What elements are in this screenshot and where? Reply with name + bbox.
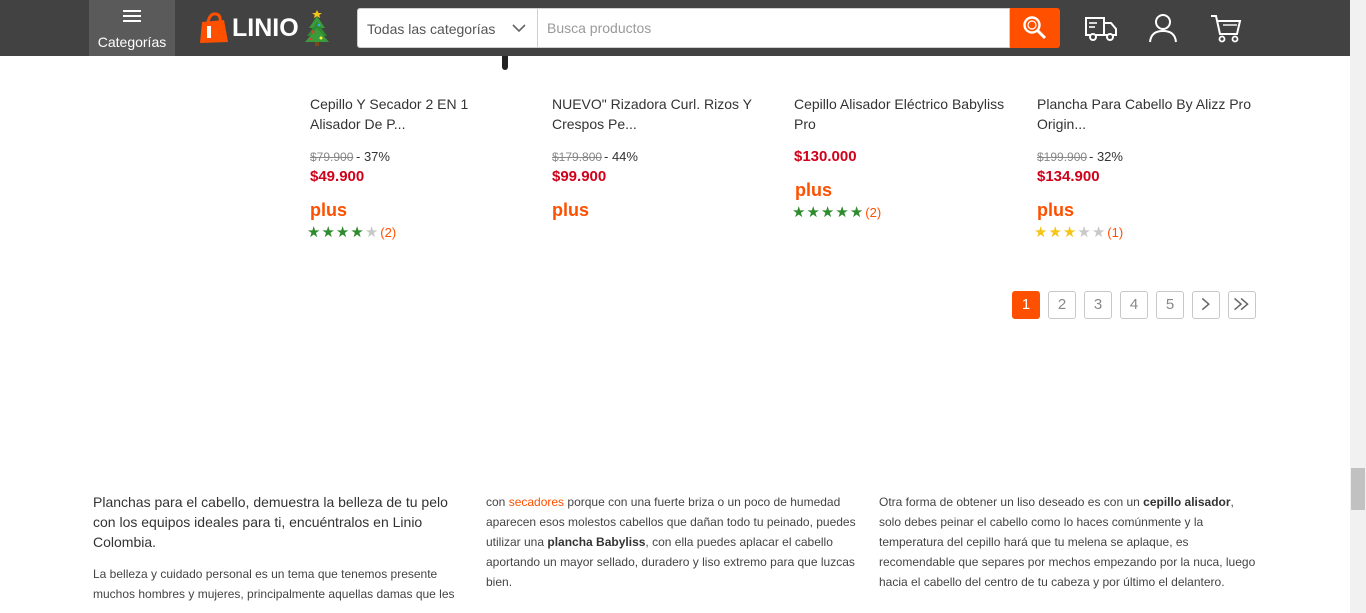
review-count[interactable]: (2): [865, 205, 881, 220]
product-price: $49.900: [310, 168, 365, 185]
star-icon: ★: [1034, 224, 1048, 241]
seo-heading: Planchas para el cabello, demuestra la b…: [93, 494, 448, 550]
top-header: Categorías LINIO Todas las categorías: [0, 0, 1350, 56]
user-icon[interactable]: [1145, 10, 1181, 46]
search-button[interactable]: [1010, 8, 1060, 48]
seo-paragraph: con secadores porque con una fuerte briz…: [486, 495, 856, 589]
seo-paragraph: Otra forma de obtener un liso deseado es…: [879, 495, 1256, 589]
secadores-link[interactable]: secadores: [509, 495, 564, 509]
old-price: $79.900: [310, 150, 354, 164]
seo-column-2: con secadores porque con una fuerte briz…: [486, 492, 858, 592]
product-price: $99.900: [552, 168, 607, 185]
discount-badge: - 44%: [604, 149, 638, 164]
seo-column-1: Planchas para el cabello, demuestra la b…: [93, 492, 463, 604]
cart-icon[interactable]: [1208, 10, 1244, 46]
star-icon: ★: [307, 224, 321, 241]
truck-icon[interactable]: [1083, 10, 1119, 46]
product-price: $134.900: [1037, 168, 1100, 185]
product-name[interactable]: Plancha Para Cabello By Alizz Pro Origin…: [1037, 94, 1262, 134]
star-icon: ★: [1048, 224, 1062, 241]
product-name[interactable]: Cepillo Y Secador 2 EN 1 Alisador De P..…: [310, 94, 535, 134]
discount-badge: - 37%: [356, 149, 390, 164]
seo-paragraph: La belleza y cuidado personal es un tema…: [93, 567, 455, 601]
next-page-button[interactable]: [1192, 291, 1220, 319]
tree-icon: [305, 10, 329, 46]
product-name[interactable]: NUEVO" Rizadora Curl. Rizos Y Crespos Pe…: [552, 94, 777, 134]
discount-badge: - 32%: [1089, 149, 1123, 164]
star-icon: ★: [806, 204, 820, 221]
product-image-fragment: [502, 56, 508, 70]
search-icon: [1023, 16, 1047, 40]
categories-label: Categorías: [97, 34, 167, 50]
page-2-button[interactable]: 2: [1048, 291, 1076, 319]
star-icon: ★: [835, 204, 849, 221]
category-select[interactable]: Todas las categorías: [357, 8, 538, 48]
star-icon: ★: [849, 204, 864, 221]
plus-badge: plus: [1037, 200, 1075, 220]
seo-column-3: Otra forma de obtener un liso deseado es…: [879, 492, 1257, 592]
rating-stars: ★ ★ ★ ★ ★ (2): [792, 205, 881, 220]
categories-button[interactable]: Categorías: [89, 0, 175, 56]
product-card[interactable]: NUEVO" Rizadora Curl. Rizos Y Crespos Pe…: [552, 94, 782, 224]
product-card[interactable]: Cepillo Alisador Eléctrico Babyliss Pro …: [792, 94, 1024, 224]
product-card[interactable]: Cepillo Y Secador 2 EN 1 Alisador De P..…: [307, 94, 540, 244]
star-icon: ★: [350, 224, 364, 241]
product-price: $130.000: [794, 148, 857, 165]
category-select-value: Todas las categorías: [367, 21, 496, 37]
star-icon: ★: [1062, 224, 1077, 241]
star-empty-icon: ★: [1077, 224, 1091, 241]
chevron-right-icon: [1201, 297, 1210, 311]
page-4-button[interactable]: 4: [1120, 291, 1148, 319]
product-name[interactable]: Cepillo Alisador Eléctrico Babyliss Pro: [794, 94, 1019, 134]
star-icon: ★: [792, 204, 806, 221]
double-chevron-right-icon: [1234, 297, 1249, 311]
old-price: $199.900: [1037, 150, 1088, 164]
review-count[interactable]: (1): [1107, 225, 1123, 240]
search-bar: Todas las categorías: [357, 8, 1060, 48]
old-price: $179.800: [552, 150, 603, 164]
star-icon: ★: [335, 224, 350, 241]
plus-badge: plus: [310, 200, 348, 220]
rating-stars: ★ ★ ★ ★ ★ (1): [1034, 225, 1123, 240]
review-count[interactable]: (2): [380, 225, 396, 240]
plus-badge: plus: [795, 180, 833, 200]
plus-badge: plus: [552, 200, 590, 220]
chevron-down-icon: [512, 24, 526, 33]
scrollbar-thumb[interactable]: [1351, 468, 1365, 510]
star-icon: ★: [820, 204, 835, 221]
logo-bag-icon: [200, 12, 228, 43]
page-3-button[interactable]: 3: [1084, 291, 1112, 319]
page-1-button[interactable]: 1: [1012, 291, 1040, 319]
last-page-button[interactable]: [1228, 291, 1256, 319]
linio-logo[interactable]: LINIO: [196, 8, 329, 48]
page-scrollbar[interactable]: [1350, 0, 1366, 613]
star-empty-icon: ★: [1091, 224, 1106, 241]
rating-stars: ★ ★ ★ ★ ★ (2): [307, 225, 396, 240]
logo-text: LINIO: [232, 14, 299, 42]
page-5-button[interactable]: 5: [1156, 291, 1184, 319]
product-card[interactable]: Plancha Para Cabello By Alizz Pro Origin…: [1034, 94, 1267, 244]
search-input[interactable]: [538, 8, 1010, 48]
menu-icon: [123, 10, 141, 22]
star-icon: ★: [321, 224, 335, 241]
star-empty-icon: ★: [364, 224, 379, 241]
